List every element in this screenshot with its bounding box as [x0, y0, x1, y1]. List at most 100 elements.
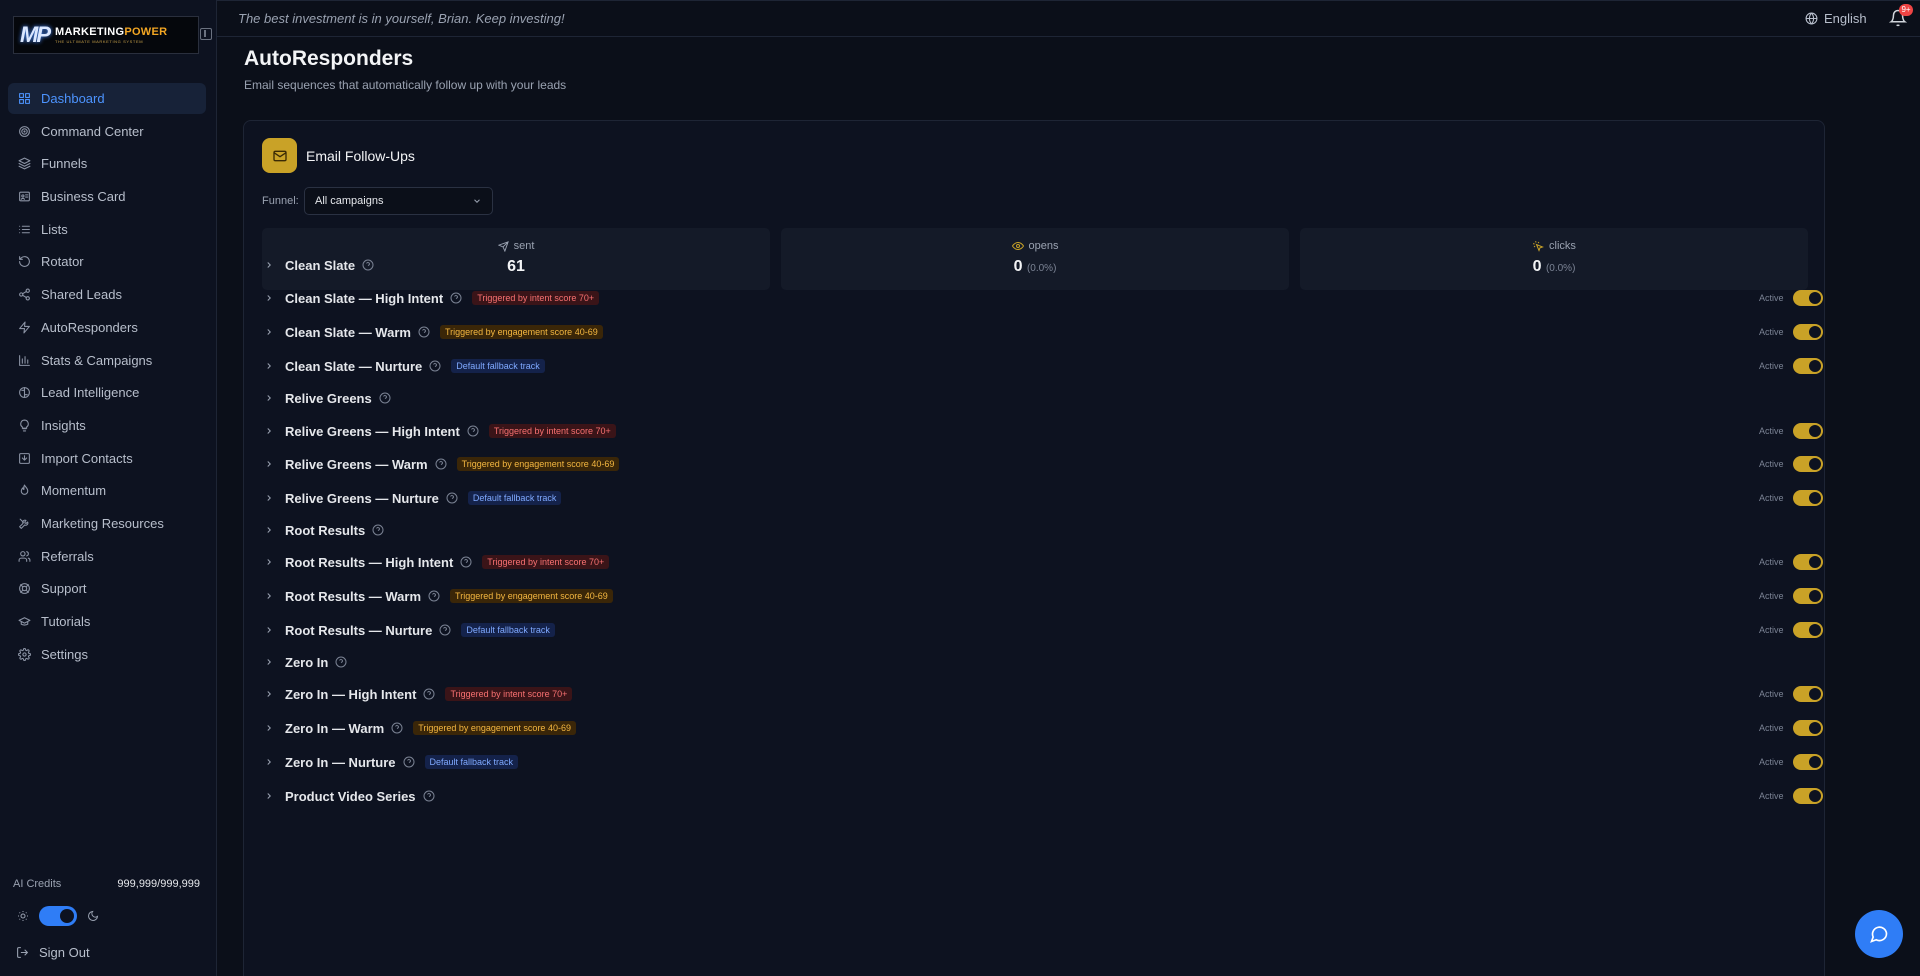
logo[interactable]: MP MARKETINGPOWER THE ULTIMATE MARKETING… [13, 16, 200, 54]
stat-sent-label: sent [513, 240, 535, 252]
chevron-right-icon[interactable] [264, 459, 274, 469]
sequence-row[interactable]: Root Results — Nurture Default fallback t… [262, 618, 1823, 642]
chevron-right-icon[interactable] [264, 327, 274, 337]
bolt-icon [18, 321, 31, 334]
sidebar-item-lead-intelligence[interactable]: Lead Intelligence [8, 377, 206, 408]
sequence-row[interactable]: Clean Slate — High Intent Triggered by in… [262, 286, 1823, 310]
sequence-row[interactable]: Relive Greens — High Intent Triggered by … [262, 419, 1823, 443]
sequence-row[interactable]: Zero In [262, 650, 1810, 674]
logo-image: MP MARKETINGPOWER THE ULTIMATE MARKETING… [13, 16, 199, 54]
help-circle-icon[interactable] [446, 492, 458, 504]
chevron-right-icon[interactable] [264, 260, 274, 270]
active-toggle[interactable] [1793, 622, 1823, 638]
trigger-badge: Default fallback track [461, 623, 555, 637]
sequence-row[interactable]: Clean Slate — Nurture Default fallback tr… [262, 354, 1823, 378]
chevron-right-icon[interactable] [264, 757, 274, 767]
active-toggle[interactable] [1793, 490, 1823, 506]
sidebar-item-momentum[interactable]: Momentum [8, 475, 206, 506]
chevron-right-icon[interactable] [264, 591, 274, 601]
sequence-row[interactable]: Relive Greens — Nurture Default fallback … [262, 486, 1823, 510]
chevron-right-icon[interactable] [264, 393, 274, 403]
active-label: Active [1759, 689, 1784, 699]
trigger-badge: Triggered by engagement score 40-69 [413, 721, 576, 735]
sequence-row[interactable]: Zero In — Nurture Default fallback track A… [262, 750, 1823, 774]
active-toggle[interactable] [1793, 290, 1823, 306]
chevron-right-icon[interactable] [264, 791, 274, 801]
sidebar-item-tutorials[interactable]: Tutorials [8, 606, 206, 637]
sequence-row[interactable]: Relive Greens — Warm Triggered by engagem… [262, 452, 1823, 476]
grid-icon [18, 92, 31, 105]
chevron-right-icon[interactable] [264, 493, 274, 503]
sidebar-item-marketing-resources[interactable]: Marketing Resources [8, 508, 206, 539]
sidebar-item-shared-leads[interactable]: Shared Leads [8, 279, 206, 310]
sequence-row[interactable]: Clean Slate — Warm Triggered by engagemen… [262, 320, 1823, 344]
active-toggle[interactable] [1793, 754, 1823, 770]
help-circle-icon[interactable] [418, 326, 430, 338]
sequence-row[interactable]: Product Video Series Active [262, 784, 1823, 808]
sequence-row[interactable]: Root Results — Warm Triggered by engageme… [262, 584, 1823, 608]
sidebar-item-rotator[interactable]: Rotator [8, 246, 206, 277]
chevron-right-icon[interactable] [264, 293, 274, 303]
sequence-row[interactable]: Zero In — Warm Triggered by engagement sc… [262, 716, 1823, 740]
bar-chart-icon [18, 354, 31, 367]
active-toggle[interactable] [1793, 588, 1823, 604]
funnel-select[interactable]: All campaigns [304, 187, 493, 215]
active-toggle[interactable] [1793, 686, 1823, 702]
help-circle-icon[interactable] [379, 392, 391, 404]
help-circle-icon[interactable] [428, 590, 440, 602]
help-circle-icon[interactable] [450, 292, 462, 304]
help-circle-icon[interactable] [362, 259, 374, 271]
active-toggle[interactable] [1793, 358, 1823, 374]
sequence-name: Zero In [285, 654, 329, 670]
help-circle-icon[interactable] [423, 790, 435, 802]
chevron-right-icon[interactable] [264, 657, 274, 667]
chat-button[interactable] [1855, 910, 1903, 958]
help-circle-icon[interactable] [435, 458, 447, 470]
help-circle-icon[interactable] [460, 556, 472, 568]
help-circle-icon[interactable] [423, 688, 435, 700]
active-toggle[interactable] [1793, 788, 1823, 804]
collapse-sidebar-icon[interactable] [200, 28, 212, 40]
language-selector[interactable]: English [1805, 11, 1867, 26]
active-toggle[interactable] [1793, 554, 1823, 570]
sidebar-item-label: Lead Intelligence [41, 385, 140, 401]
sidebar-item-funnels[interactable]: Funnels [8, 148, 206, 179]
sidebar-item-business-card[interactable]: Business Card [8, 181, 206, 212]
sidebar-item-settings[interactable]: Settings [8, 639, 206, 670]
sidebar-item-dashboard[interactable]: Dashboard [8, 83, 206, 114]
help-circle-icon[interactable] [403, 756, 415, 768]
sequence-row[interactable]: Relive Greens [262, 386, 1810, 410]
chevron-right-icon[interactable] [264, 525, 274, 535]
chevron-right-icon[interactable] [264, 723, 274, 733]
sidebar-item-lists[interactable]: Lists [8, 214, 206, 245]
help-circle-icon[interactable] [372, 524, 384, 536]
chevron-right-icon[interactable] [264, 361, 274, 371]
sign-out-button[interactable]: Sign Out [16, 945, 90, 960]
sequence-row[interactable]: Zero In — High Intent Triggered by intent… [262, 682, 1823, 706]
active-toggle[interactable] [1793, 720, 1823, 736]
active-toggle[interactable] [1793, 423, 1823, 439]
chevron-right-icon[interactable] [264, 625, 274, 635]
sidebar-item-support[interactable]: Support [8, 573, 206, 604]
sidebar-item-stats-campaigns[interactable]: Stats & Campaigns [8, 345, 206, 376]
help-circle-icon[interactable] [391, 722, 403, 734]
theme-toggle[interactable] [39, 906, 77, 926]
chevron-right-icon[interactable] [264, 557, 274, 567]
help-circle-icon[interactable] [335, 656, 347, 668]
help-circle-icon[interactable] [439, 624, 451, 636]
help-circle-icon[interactable] [467, 425, 479, 437]
sidebar-item-import-contacts[interactable]: Import Contacts [8, 443, 206, 474]
chevron-right-icon[interactable] [264, 426, 274, 436]
users-icon [18, 550, 31, 563]
sidebar-item-insights[interactable]: Insights [8, 410, 206, 441]
active-toggle[interactable] [1793, 324, 1823, 340]
sidebar-item-command-center[interactable]: Command Center [8, 116, 206, 147]
sequence-row[interactable]: Clean Slate [262, 253, 1810, 277]
chevron-right-icon[interactable] [264, 689, 274, 699]
active-toggle[interactable] [1793, 456, 1823, 472]
sequence-row[interactable]: Root Results [262, 518, 1810, 542]
help-circle-icon[interactable] [429, 360, 441, 372]
sidebar-item-autoresponders[interactable]: AutoResponders [8, 312, 206, 343]
sidebar-item-referrals[interactable]: Referrals [8, 541, 206, 572]
sequence-row[interactable]: Root Results — High Intent Triggered by i… [262, 550, 1823, 574]
